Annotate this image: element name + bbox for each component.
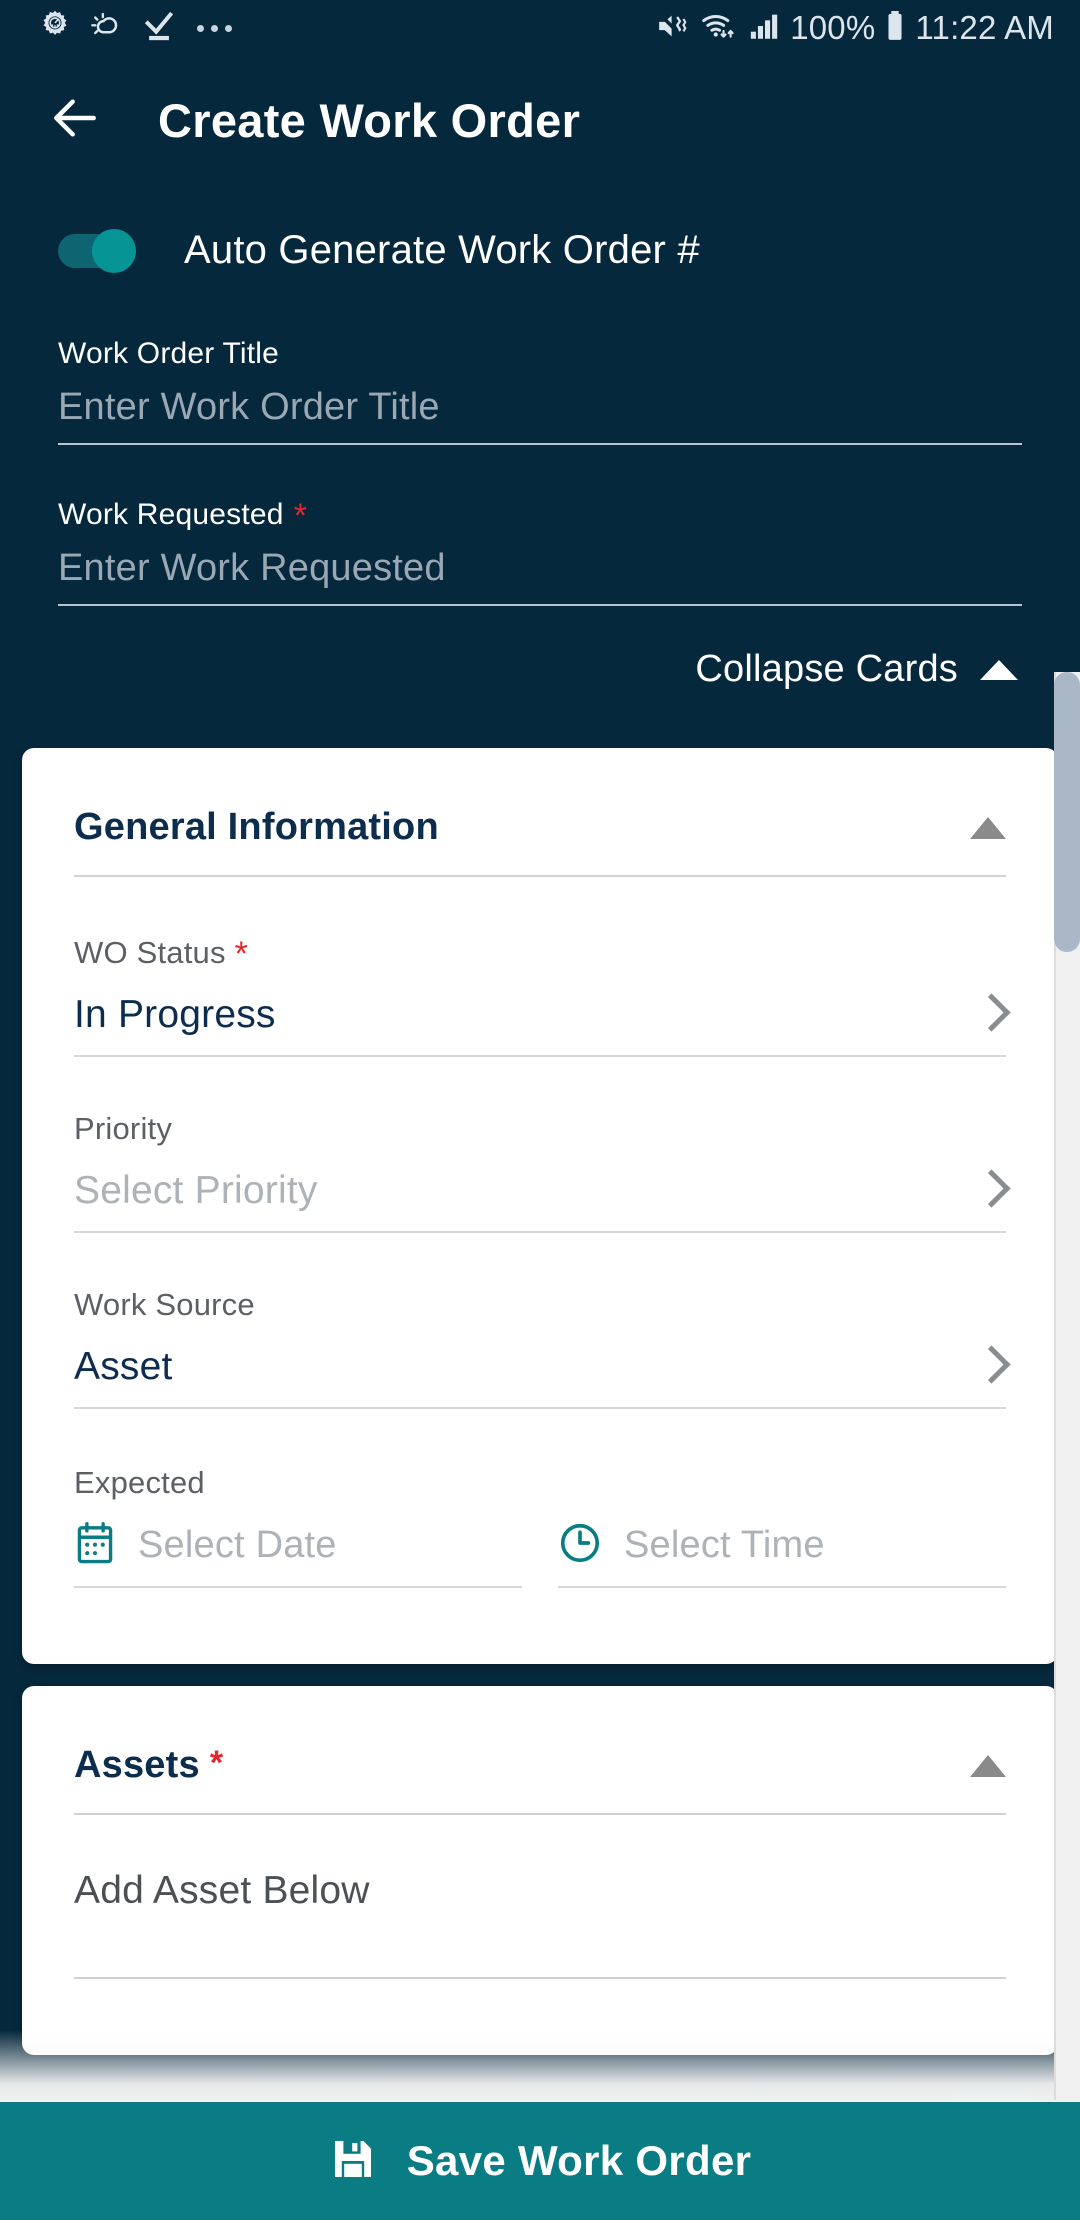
add-asset-row[interactable]: Add Asset Below — [22, 1815, 1058, 1913]
more-icons-overflow — [197, 24, 232, 32]
wo-status-label-text: WO Status — [74, 935, 226, 970]
page-title: Create Work Order — [158, 93, 581, 147]
expected-time-picker[interactable]: Select Time — [558, 1521, 1006, 1588]
battery-percent-label: 100% — [790, 9, 876, 46]
work-source-label: Work Source — [74, 1287, 1006, 1323]
triangle-up-icon[interactable] — [970, 816, 1006, 839]
card-assets: Assets * Add Asset Below — [22, 1686, 1058, 2055]
priority-field[interactable]: Priority Select Priority — [22, 1111, 1058, 1233]
expected-field: Expected Select Date Select Time — [22, 1465, 1058, 1588]
required-asterisk: * — [209, 1744, 224, 1782]
work-requested-label: Work Requested * — [58, 497, 1022, 533]
priority-label-text: Priority — [74, 1111, 173, 1146]
chevron-right-icon[interactable] — [978, 994, 1002, 1036]
auto-generate-toggle-row[interactable]: Auto Generate Work Order # — [0, 184, 1080, 273]
work-source-label-text: Work Source — [74, 1287, 255, 1322]
work-requested-input[interactable]: Enter Work Requested — [58, 547, 1022, 606]
status-bar-right-icons: 100% 11:22 AM — [655, 9, 1054, 48]
work-order-title-label: Work Order Title — [58, 336, 1022, 372]
general-information-header[interactable]: General Information — [22, 748, 1058, 849]
required-asterisk: * — [293, 497, 308, 535]
add-asset-text: Add Asset Below — [74, 1869, 370, 1912]
general-information-title: General Information — [74, 806, 439, 848]
cellular-signal-icon — [749, 9, 781, 48]
wo-status-value: In Progress — [74, 993, 276, 1036]
work-requested-placeholder: Enter Work Requested — [58, 547, 446, 589]
chevron-right-icon[interactable] — [978, 1170, 1002, 1212]
weather-icon — [89, 9, 125, 48]
chevron-right-icon[interactable] — [978, 1346, 1002, 1388]
back-arrow-icon — [47, 90, 103, 151]
work-order-title-label-text: Work Order Title — [58, 337, 280, 370]
expected-date-picker[interactable]: Select Date — [74, 1521, 522, 1588]
triangle-up-icon[interactable] — [970, 1754, 1006, 1777]
back-button[interactable] — [46, 91, 104, 149]
switch-thumb — [92, 228, 136, 273]
assets-title: Assets * — [74, 1744, 223, 1787]
card-general-information: General Information WO Status * In Progr… — [22, 748, 1058, 1664]
work-order-title-field[interactable]: Work Order Title Enter Work Order Title — [0, 336, 1080, 445]
work-requested-field[interactable]: Work Requested * Enter Work Requested — [0, 497, 1080, 606]
card-bottom-padding — [22, 1979, 1058, 2055]
wo-status-field[interactable]: WO Status * In Progress — [22, 935, 1058, 1057]
scrollbar-thumb[interactable] — [1054, 672, 1080, 952]
expected-time-placeholder: Select Time — [624, 1524, 825, 1566]
clock-icon — [558, 1521, 602, 1570]
battery-full-icon — [884, 9, 906, 48]
collapse-cards-label: Collapse Cards — [695, 648, 958, 690]
card-bottom-padding — [22, 1588, 1058, 1664]
top-form-section: Auto Generate Work Order # Work Order Ti… — [0, 184, 1080, 691]
auto-generate-switch[interactable] — [58, 228, 136, 273]
wo-status-label: WO Status * — [74, 935, 1006, 971]
priority-placeholder: Select Priority — [74, 1169, 318, 1212]
clock-time-label: 11:22 AM — [915, 9, 1054, 46]
wo-status-row[interactable]: In Progress — [74, 993, 1006, 1057]
app-bar: Create Work Order — [0, 56, 1080, 184]
cards-scroll-area[interactable]: General Information WO Status * In Progr… — [0, 748, 1080, 2100]
priority-label: Priority — [74, 1111, 1006, 1147]
work-source-field[interactable]: Work Source Asset — [22, 1287, 1058, 1409]
triangle-up-icon — [980, 659, 1018, 680]
calendar-icon — [74, 1521, 116, 1570]
expected-label: Expected — [74, 1465, 1006, 1501]
work-source-row[interactable]: Asset — [74, 1345, 1006, 1409]
save-floppy-icon — [329, 2135, 377, 2188]
expected-datetime-row: Select Date Select Time — [74, 1521, 1006, 1588]
expected-label-text: Expected — [74, 1465, 205, 1500]
work-source-value: Asset — [74, 1345, 173, 1388]
save-work-order-button[interactable]: Save Work Order — [0, 2102, 1080, 2220]
priority-row[interactable]: Select Priority — [74, 1169, 1006, 1233]
expected-date-placeholder: Select Date — [138, 1524, 337, 1566]
status-bar: 100% 11:22 AM — [0, 0, 1080, 56]
work-order-title-input[interactable]: Enter Work Order Title — [58, 386, 1022, 445]
status-bar-left-icons — [38, 9, 232, 48]
volume-mute-vibrate-icon — [655, 9, 691, 48]
work-requested-label-text: Work Requested — [58, 498, 284, 531]
required-asterisk: * — [234, 935, 249, 973]
save-work-order-label: Save Work Order — [406, 2137, 752, 2184]
settings-gauge-icon — [38, 9, 72, 48]
collapse-cards-button[interactable]: Collapse Cards — [0, 648, 1080, 691]
wifi-icon — [700, 9, 740, 48]
work-order-title-placeholder: Enter Work Order Title — [58, 386, 440, 428]
download-complete-icon — [142, 9, 176, 48]
auto-generate-label: Auto Generate Work Order # — [184, 228, 700, 272]
assets-title-text: Assets — [74, 1744, 200, 1786]
assets-header[interactable]: Assets * — [22, 1686, 1058, 1787]
divider — [74, 875, 1006, 877]
